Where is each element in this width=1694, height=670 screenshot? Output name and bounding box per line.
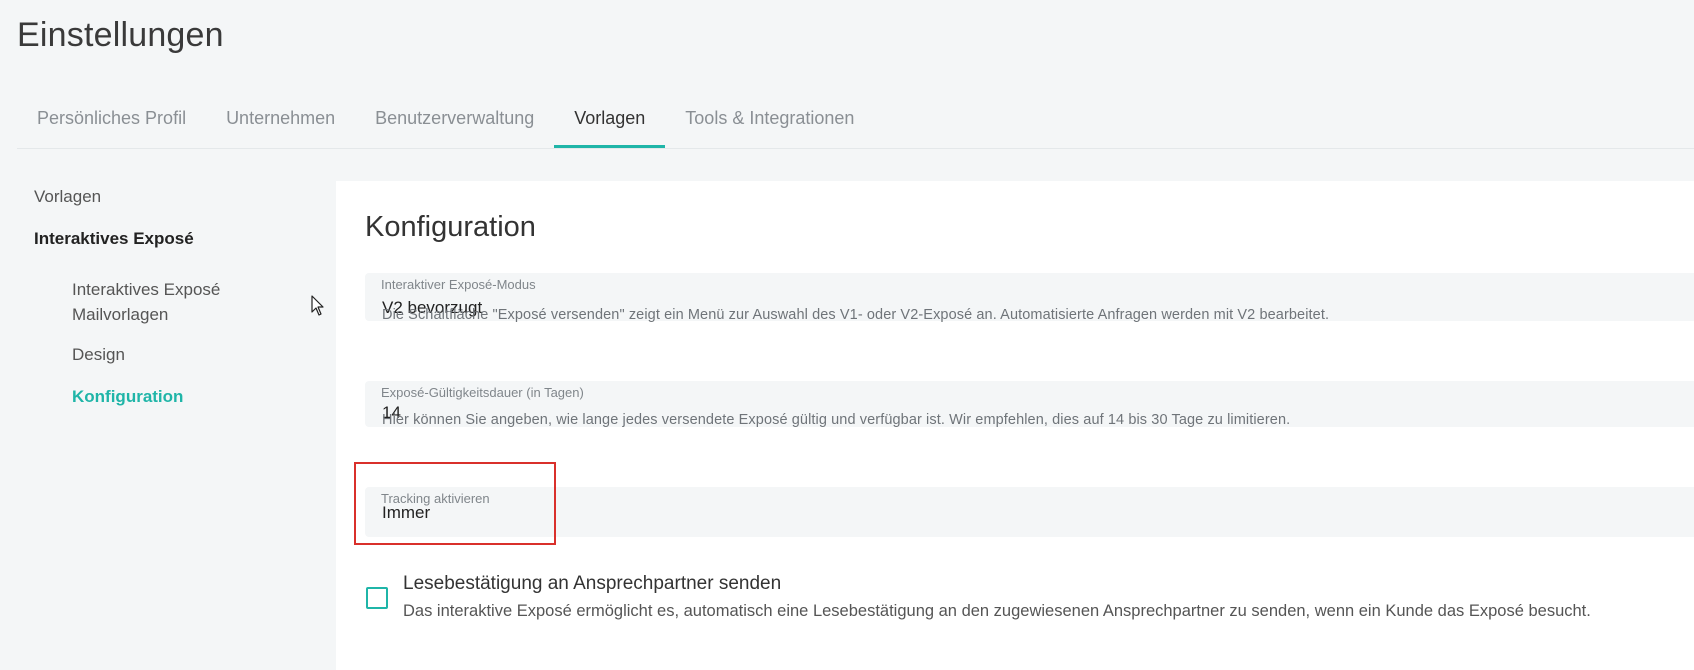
- expose-mode-hint: Die Schaltfläche "Exposé versenden" zeig…: [382, 307, 1330, 323]
- expose-validity-label: Exposé-Gültigkeitsdauer (in Tagen): [381, 385, 584, 400]
- tab-vorlagen[interactable]: Vorlagen: [554, 92, 666, 148]
- sidebar-item-konfiguration[interactable]: Konfiguration: [72, 384, 183, 409]
- expose-validity-hint: Hier können Sie angeben, wie lange jedes…: [382, 412, 1291, 428]
- panel-title: Konfiguration: [365, 211, 536, 243]
- tab-unternehmen[interactable]: Unternehmen: [206, 92, 355, 148]
- sidebar-item-design[interactable]: Design: [72, 342, 125, 367]
- sidebar-item-mailvorlagen[interactable]: Interaktives Exposé Mailvorlagen: [72, 277, 262, 327]
- settings-tabs: Persönliches Profil Unternehmen Benutzer…: [17, 92, 1694, 149]
- tab-benutzerverwaltung[interactable]: Benutzerverwaltung: [355, 92, 554, 148]
- tracking-select[interactable]: Tracking aktivieren Immer: [365, 487, 1694, 537]
- read-receipt-title[interactable]: Lesebestätigung an Ansprechpartner sende…: [403, 573, 781, 595]
- mouse-cursor-icon: [311, 295, 324, 316]
- page-title: Einstellungen: [17, 16, 224, 54]
- sidebar-item-interaktives-expose[interactable]: Interaktives Exposé: [34, 226, 194, 251]
- read-receipt-checkbox[interactable]: [366, 587, 388, 609]
- highlight-box: [354, 462, 556, 545]
- read-receipt-description: Das interaktive Exposé ermöglicht es, au…: [403, 602, 1591, 620]
- expose-mode-label: Interaktiver Exposé-Modus: [381, 277, 536, 292]
- tab-persoenliches-profil[interactable]: Persönliches Profil: [17, 92, 206, 148]
- sidebar-item-vorlagen[interactable]: Vorlagen: [34, 184, 101, 209]
- tab-tools-integrationen[interactable]: Tools & Integrationen: [665, 92, 874, 148]
- main-panel: Konfiguration Interaktiver Exposé-Modus …: [336, 181, 1694, 670]
